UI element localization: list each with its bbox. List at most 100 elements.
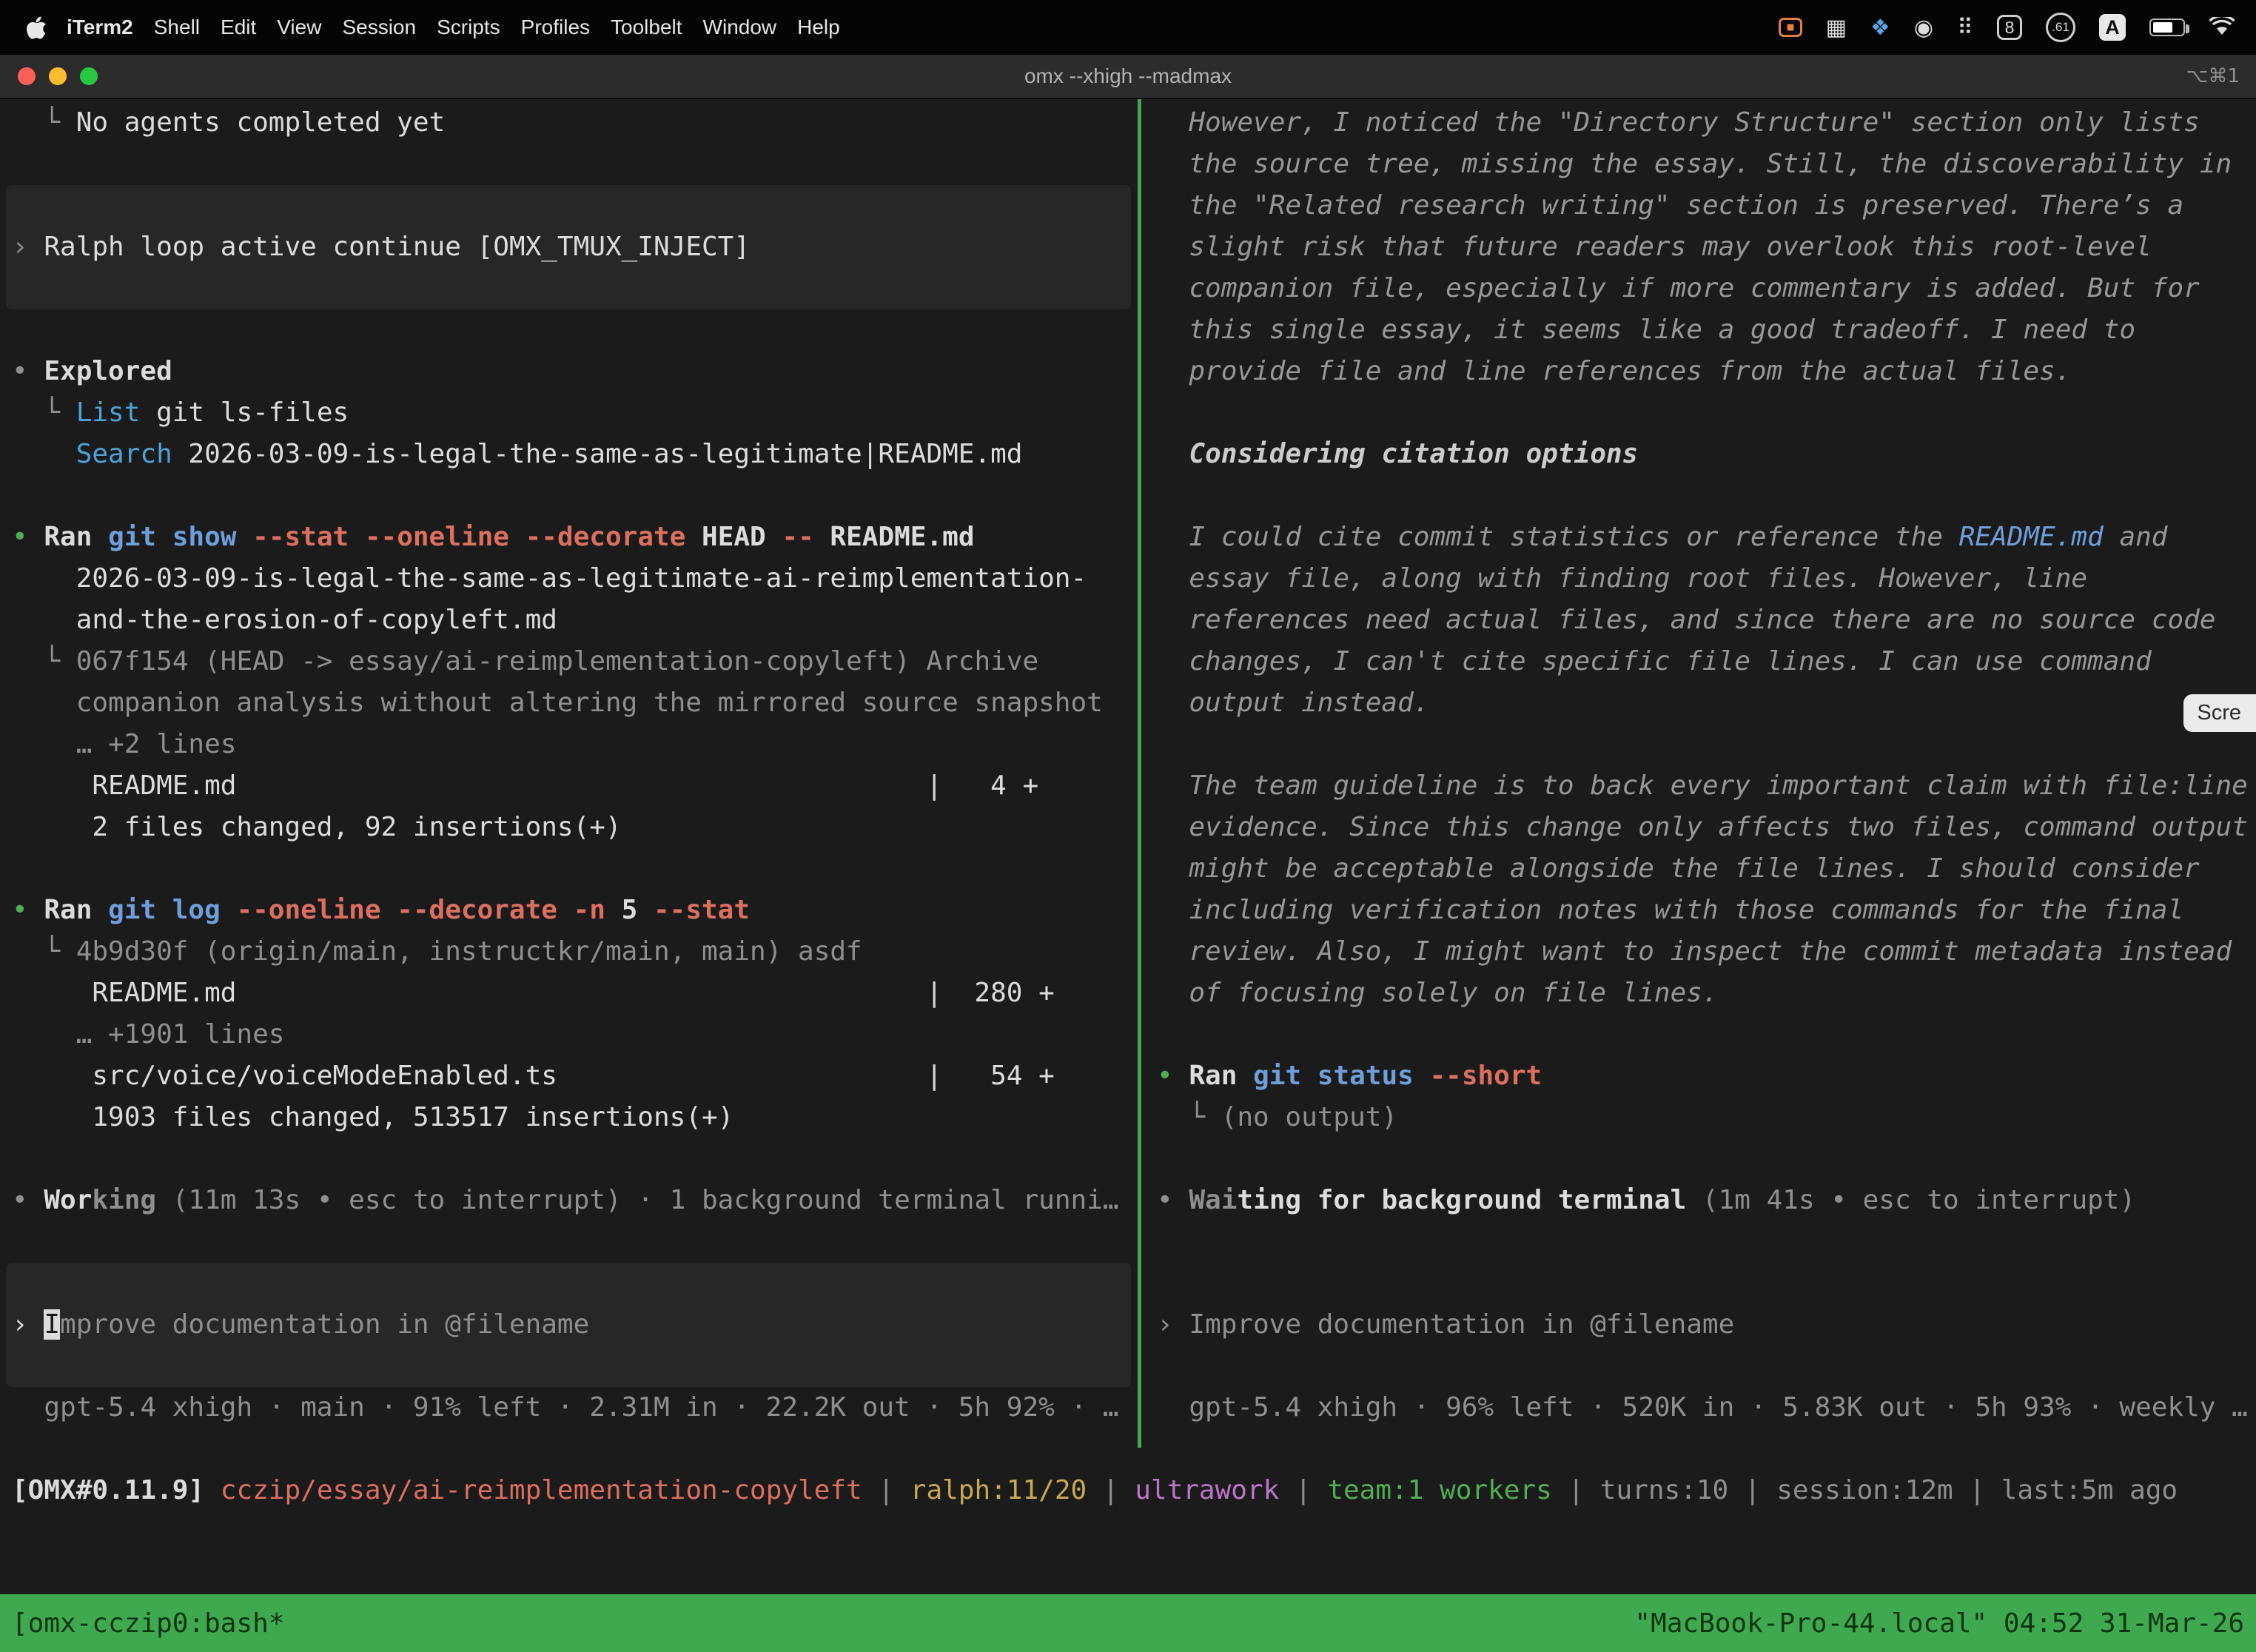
term-segment: git status: [1237, 1061, 1413, 1091]
menu-view[interactable]: View: [266, 16, 332, 39]
term-line: › Improve documentation in @filename: [1157, 1304, 2256, 1346]
term-segment: Ran: [44, 522, 92, 552]
term-line: However, I noticed the "Directory Struct…: [1157, 102, 2256, 144]
menu-edit[interactable]: Edit: [210, 16, 266, 39]
menu-toolbelt[interactable]: Toolbelt: [600, 16, 693, 39]
round-app-icon[interactable]: ◉: [1914, 15, 1933, 41]
term-line: references need actual files, and since …: [1157, 600, 2256, 641]
term-segment: Ran: [1189, 1061, 1237, 1091]
window-shortcut: ⌥⌘1: [2186, 55, 2240, 98]
term-segment: --oneline --decorate -n: [221, 895, 605, 925]
battery-gauge-icon[interactable]: .61: [2046, 13, 2075, 42]
term-line: evidence. Since this change only affects…: [1157, 807, 2256, 848]
term-line: [1157, 1221, 2256, 1263]
term-segment: the source tree, missing the essay. Stil…: [1157, 149, 2232, 179]
term-segment: mprove documentation in @filename: [60, 1309, 589, 1340]
term-line: [1157, 1138, 2256, 1180]
menu-iterm2[interactable]: iTerm2: [56, 16, 144, 39]
term-segment: src/voice/voiceModeEnabled.ts | 54 +: [12, 1061, 1055, 1091]
apps-grid-icon[interactable]: ⠿: [1957, 15, 1973, 41]
term-segment: … +2 lines: [12, 729, 236, 759]
term-segment: However, I noticed the "Directory Struct…: [1157, 107, 2200, 138]
term-line: this single essay, it seems like a good …: [1157, 309, 2256, 351]
term-segment: the "Related research writing" section i…: [1157, 190, 2183, 221]
tmux-status-bar: [omx-cczip0:bash* "MacBook-Pro-44.local"…: [0, 1594, 2256, 1652]
term-line: README.md | 280 +: [12, 973, 1137, 1014]
zoom-button[interactable]: [80, 67, 98, 85]
menubar-status-icons: ▦ ❖ ◉ ⠿ 8 .61 A: [1779, 13, 2235, 42]
window-manager-icon[interactable]: ▦: [1826, 15, 1847, 41]
term-line: [12, 848, 1137, 890]
term-segment: README.md: [1959, 522, 2104, 552]
term-line: [12, 1221, 1137, 1263]
term-segment: --short: [1414, 1061, 1542, 1091]
term-line: Search 2026-03-09-is-legal-the-same-as-l…: [12, 434, 1137, 475]
input-source-a-icon[interactable]: A: [2099, 14, 2126, 41]
term-segment: |: [1953, 1475, 2001, 1505]
term-segment: └: [12, 397, 76, 428]
wifi-icon[interactable]: [2209, 17, 2235, 38]
prompt-input-box[interactable]: › Improve documentation in @filename: [6, 1263, 1131, 1387]
term-segment: |: [1552, 1475, 1600, 1505]
minimize-button[interactable]: [49, 67, 67, 85]
term-segment: including verification notes with those …: [1157, 895, 2183, 925]
term-segment: king: [92, 1185, 156, 1215]
term-line: • Explored: [12, 351, 1137, 392]
term-segment: •: [12, 1185, 44, 1215]
menu-shell[interactable]: Shell: [144, 16, 210, 39]
term-segment: I could cite commit statistics or refere…: [1157, 522, 1959, 552]
text-cursor: I: [44, 1309, 60, 1340]
menu-profiles[interactable]: Profiles: [511, 16, 600, 39]
term-segment: review. Also, I might want to inspect th…: [1157, 936, 2232, 967]
tmux-pane-divider[interactable]: [1138, 99, 1141, 1448]
menu-help[interactable]: Help: [787, 16, 850, 39]
term-segment: git ls-files: [140, 397, 349, 428]
term-segment: Ran: [44, 895, 92, 925]
keycap-8-icon[interactable]: 8: [1997, 15, 2022, 40]
close-button[interactable]: [18, 67, 36, 85]
battery-icon[interactable]: [2149, 19, 2185, 36]
blue-app-icon[interactable]: ❖: [1870, 15, 1890, 41]
tmux-pane-left[interactable]: └ No agents completed yet › Ralph loop a…: [0, 99, 1137, 1439]
tmux-pane-right[interactable]: However, I noticed the "Directory Struct…: [1145, 99, 2256, 1439]
apple-menu[interactable]: [27, 16, 47, 39]
term-line: gpt-5.4 xhigh · 96% left · 520K in · 5.8…: [1157, 1387, 2256, 1428]
menubar-items: iTerm2ShellEditViewSessionScriptsProfile…: [56, 16, 850, 39]
term-line: of focusing solely on file lines.: [1157, 973, 2256, 1014]
term-segment: companion analysis without altering the …: [12, 688, 1103, 718]
term-line: src/voice/voiceModeEnabled.ts | 54 +: [12, 1055, 1137, 1097]
term-line: └ (no output): [1157, 1097, 2256, 1138]
tmux-host-and-time: "MacBook-Pro-44.local" 04:52 31-Mar-26: [1634, 1608, 2244, 1639]
menu-window[interactable]: Window: [693, 16, 788, 39]
screen-recording-indicator[interactable]: [1779, 18, 1802, 37]
term-line: [12, 144, 1137, 185]
term-segment: Search: [76, 439, 172, 469]
screen-sharing-overlay-button[interactable]: Scre: [2183, 694, 2256, 732]
menu-session[interactable]: Session: [332, 16, 426, 39]
term-segment: ›: [12, 1309, 44, 1340]
term-line: › Improve documentation in @filename: [12, 1304, 589, 1346]
term-segment: ›: [1157, 1309, 1189, 1340]
term-line: README.md | 4 +: [12, 765, 1137, 807]
term-segment: output instead.: [1157, 688, 1429, 718]
term-segment: └: [12, 646, 76, 676]
term-segment: --stat: [637, 895, 750, 925]
term-segment: slight risk that future readers may over…: [1157, 232, 2152, 262]
term-segment: README.md | 280 +: [12, 978, 1055, 1008]
term-segment: 067f154 (HEAD -> essay/ai-reimplementati…: [76, 646, 1038, 676]
term-segment: Improve documentation in @filename: [1189, 1309, 1734, 1340]
term-segment: 2026-03-09-is-legal-the-same-as-legitima…: [172, 439, 1023, 469]
term-segment: git log: [92, 895, 220, 925]
term-segment: this single essay, it seems like a good …: [1157, 315, 2135, 345]
window-titlebar[interactable]: omx --xhigh --madmax ⌥⌘1: [0, 55, 2256, 99]
term-segment: List: [76, 397, 141, 428]
term-line: changes, I can't cite specific file line…: [1157, 641, 2256, 682]
menu-scripts[interactable]: Scripts: [426, 16, 511, 39]
term-line: • Waiting for background terminal (1m 41…: [1157, 1180, 2256, 1221]
term-line: 1903 files changed, 513517 insertions(+): [12, 1097, 1137, 1138]
term-segment: ›: [12, 232, 44, 262]
term-segment: |: [862, 1475, 910, 1505]
term-line: └ No agents completed yet: [12, 102, 1137, 144]
term-segment: changes, I can't cite specific file line…: [1157, 646, 2152, 676]
window-title: omx --xhigh --madmax: [0, 55, 2256, 98]
